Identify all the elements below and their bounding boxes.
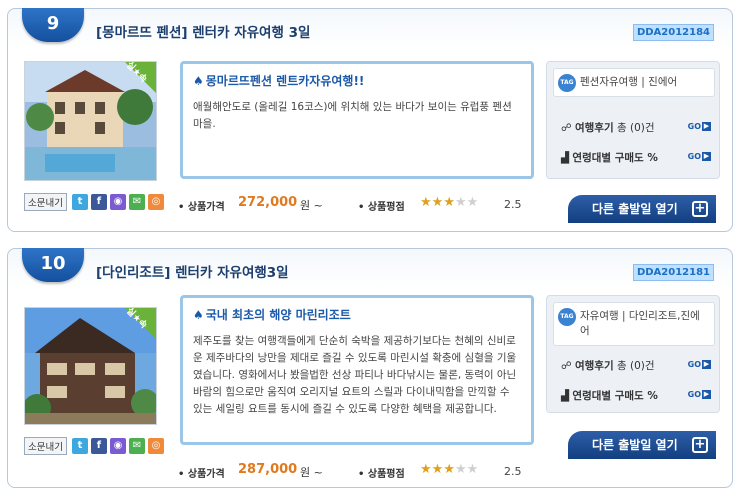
tour-title[interactable]: [다인리조트] 렌터카 자유여행3일 bbox=[96, 261, 289, 281]
twitter-icon[interactable]: t bbox=[71, 194, 88, 210]
bar-chart-icon: ▟ bbox=[561, 152, 570, 164]
description-text: 애월해안도로 (올레길 16코스)에 위치해 있는 바다가 보이는 유럽풍 펜션… bbox=[193, 101, 512, 130]
description-heading-text: 국내 최초의 해양 마린리조트 bbox=[205, 308, 351, 322]
star-icon: ★ bbox=[431, 195, 444, 210]
arrow-right-icon: ▶ bbox=[702, 360, 711, 369]
tour-title[interactable]: [몽마르뜨 펜션] 렌터카 자유여행 3일 bbox=[96, 21, 310, 41]
star-icon: ★ bbox=[420, 462, 432, 477]
arrow-right-icon: ▶ bbox=[702, 122, 711, 131]
review-go-button[interactable]: GO ▶ bbox=[688, 122, 711, 131]
mail-icon[interactable]: ✉ bbox=[128, 438, 145, 454]
tour-number-badge: 10 bbox=[22, 248, 84, 282]
tour-card-10: 10 [다인리조트] 렌터카 자유여행3일 DDA2012181 실★속 ♠ 국내… bbox=[7, 248, 733, 488]
open-other-dates-button[interactable]: 다른 출발일 열기 + bbox=[568, 195, 716, 223]
description-box: ♠ 몽마르뜨펜션 렌트카자유여행!! 애월해안도로 (올레길 16코스)에 위치해… bbox=[180, 61, 534, 179]
open-button-label: 다른 출발일 열기 bbox=[592, 202, 678, 216]
facebook-icon[interactable]: f bbox=[90, 194, 107, 210]
tag-row: TAG 자유여행 | 다인리조트,진에어 bbox=[553, 302, 715, 346]
star-icon: ★ bbox=[454, 462, 467, 477]
age-go-button[interactable]: GO ▶ bbox=[688, 390, 711, 399]
rating-label: • 상품평점 bbox=[358, 202, 405, 213]
share-bar: 소문내기 t f ◉ ✉ ◎ bbox=[24, 437, 164, 455]
star-icon: ★ bbox=[443, 462, 455, 477]
tag-icon: TAG bbox=[558, 74, 576, 92]
facebook-icon[interactable]: f bbox=[90, 438, 107, 454]
share-label: 소문내기 bbox=[24, 437, 67, 455]
review-label: 여행후기 bbox=[574, 360, 614, 372]
tour-number-badge: 9 bbox=[22, 8, 84, 42]
description-heading: ♠ 몽마르뜨펜션 렌트카자유여행!! bbox=[193, 72, 521, 89]
open-button-label: 다른 출발일 열기 bbox=[592, 438, 678, 452]
bar-chart-icon: ▟ bbox=[561, 390, 570, 402]
share-bar: 소문내기 t f ◉ ✉ ◎ bbox=[24, 193, 164, 211]
tag-icon: TAG bbox=[558, 308, 576, 326]
age-label: 연령대별 구매도 % bbox=[572, 390, 658, 402]
tag-text[interactable]: 펜션자유여행 | 진에어 bbox=[580, 76, 677, 88]
description-heading-text: 몽마르뜨펜션 렌트카자유여행!! bbox=[205, 74, 365, 88]
age-go-button[interactable]: GO ▶ bbox=[688, 152, 711, 161]
link-icon[interactable]: ◎ bbox=[147, 438, 164, 454]
plus-icon: + bbox=[692, 437, 708, 453]
age-line: ▟ 연령대별 구매도 % bbox=[561, 388, 658, 403]
description-text: 제주도를 찾는 여행객들에게 단순히 숙박을 제공하기보다는 천혜의 신비로운 … bbox=[193, 335, 517, 415]
arrow-right-icon: ▶ bbox=[702, 152, 711, 161]
price-value: 287,000 bbox=[238, 462, 298, 477]
price-unit: 원 ~ bbox=[300, 466, 323, 479]
tag-text[interactable]: 자유여행 | 다인리조트,진에어 bbox=[580, 310, 700, 337]
tour-card-9: 9 [몽마르뜨 펜션] 렌터카 자유여행 3일 DDA2012184 실★속 ♠… bbox=[7, 8, 733, 232]
review-line: ☍ 여행후기 총 (0)건 bbox=[561, 358, 655, 373]
tour-code: DDA2012181 bbox=[632, 264, 714, 281]
star-icon: ★ bbox=[466, 462, 479, 477]
star-icon: ★ bbox=[454, 195, 467, 210]
star-icon: ★ bbox=[420, 195, 432, 210]
star-icon: ★ bbox=[431, 462, 444, 477]
share-label: 소문내기 bbox=[24, 193, 67, 211]
review-line: ☍ 여행후기 총 (0)건 bbox=[561, 120, 655, 135]
review-icon: ☍ bbox=[561, 122, 572, 134]
messenger-icon[interactable]: ◉ bbox=[109, 438, 126, 454]
price-label: • 상품가격 bbox=[178, 469, 225, 480]
price-unit: 원 ~ bbox=[300, 199, 323, 212]
description-box: ♠ 국내 최초의 해양 마린리조트 제주도를 찾는 여행객들에게 단순히 숙박을 … bbox=[180, 295, 534, 445]
star-icon: ★ bbox=[466, 195, 479, 210]
twitter-icon[interactable]: t bbox=[71, 438, 88, 454]
review-count: 총 (0)건 bbox=[616, 360, 655, 372]
rating-stars: ★★★★★ bbox=[420, 195, 478, 210]
messenger-icon[interactable]: ◉ bbox=[109, 194, 126, 210]
price-label: • 상품가격 bbox=[178, 202, 225, 213]
age-label: 연령대별 구매도 % bbox=[572, 152, 658, 164]
age-line: ▟ 연령대별 구매도 % bbox=[561, 150, 658, 165]
tag-row: TAG 펜션자유여행 | 진에어 bbox=[553, 68, 715, 97]
info-panel: TAG 자유여행 | 다인리조트,진에어 ☍ 여행후기 총 (0)건 GO ▶ ▟… bbox=[546, 295, 720, 413]
review-label: 여행후기 bbox=[574, 122, 614, 134]
price-value: 272,000 bbox=[238, 195, 298, 210]
info-panel: TAG 펜션자유여행 | 진에어 ☍ 여행후기 총 (0)건 GO ▶ ▟ 연령대… bbox=[546, 61, 720, 179]
rating-label: • 상품평점 bbox=[358, 469, 405, 480]
spade-icon: ♠ bbox=[193, 74, 204, 88]
rating-value: 2.5 bbox=[504, 198, 522, 211]
star-icon: ★ bbox=[443, 195, 455, 210]
rating-stars: ★★★★★ bbox=[420, 462, 478, 477]
spade-icon: ♠ bbox=[193, 308, 204, 322]
open-other-dates-button[interactable]: 다른 출발일 열기 + bbox=[568, 431, 716, 459]
plus-icon: + bbox=[692, 201, 708, 217]
review-icon: ☍ bbox=[561, 360, 572, 372]
tour-code: DDA2012184 bbox=[632, 24, 714, 41]
rating-value: 2.5 bbox=[504, 465, 522, 478]
link-icon[interactable]: ◎ bbox=[147, 194, 164, 210]
mail-icon[interactable]: ✉ bbox=[128, 194, 145, 210]
arrow-right-icon: ▶ bbox=[702, 390, 711, 399]
review-count: 총 (0)건 bbox=[616, 122, 655, 134]
review-go-button[interactable]: GO ▶ bbox=[688, 360, 711, 369]
description-heading: ♠ 국내 최초의 해양 마린리조트 bbox=[193, 306, 521, 323]
